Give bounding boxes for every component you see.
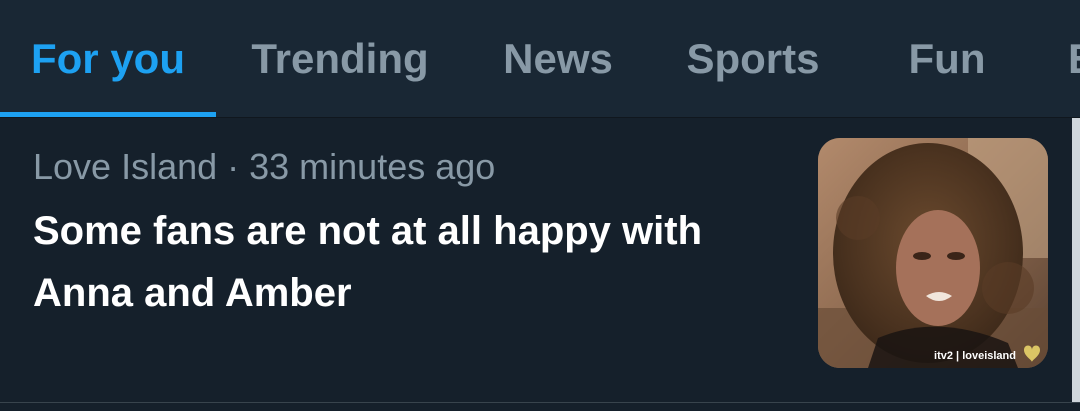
- explore-screen: For you Trending News Sports Fun E Love …: [0, 0, 1080, 411]
- tab-sports[interactable]: Sports: [652, 0, 854, 118]
- tab-trending[interactable]: Trending: [216, 0, 464, 118]
- tab-entertainment[interactable]: E: [1068, 0, 1080, 118]
- story-headline[interactable]: Some fans are not at all happy with Anna…: [33, 200, 793, 324]
- scrollbar[interactable]: [1072, 118, 1080, 402]
- thumbnail-image: [818, 138, 1048, 368]
- news-story-card[interactable]: Love Island · 33 minutes ago Some fans a…: [0, 118, 1080, 402]
- tab-for-you[interactable]: For you: [0, 0, 216, 118]
- thumbnail-watermark: itv2 | loveisland: [934, 350, 1016, 362]
- story-meta: Love Island · 33 minutes ago: [33, 146, 496, 187]
- tab-news[interactable]: News: [464, 0, 652, 118]
- story-thumbnail[interactable]: itv2 | loveisland: [818, 138, 1048, 368]
- tab-fun[interactable]: Fun: [854, 0, 1040, 118]
- explore-tab-bar: For you Trending News Sports Fun E: [0, 0, 1080, 118]
- list-divider: [0, 402, 1080, 403]
